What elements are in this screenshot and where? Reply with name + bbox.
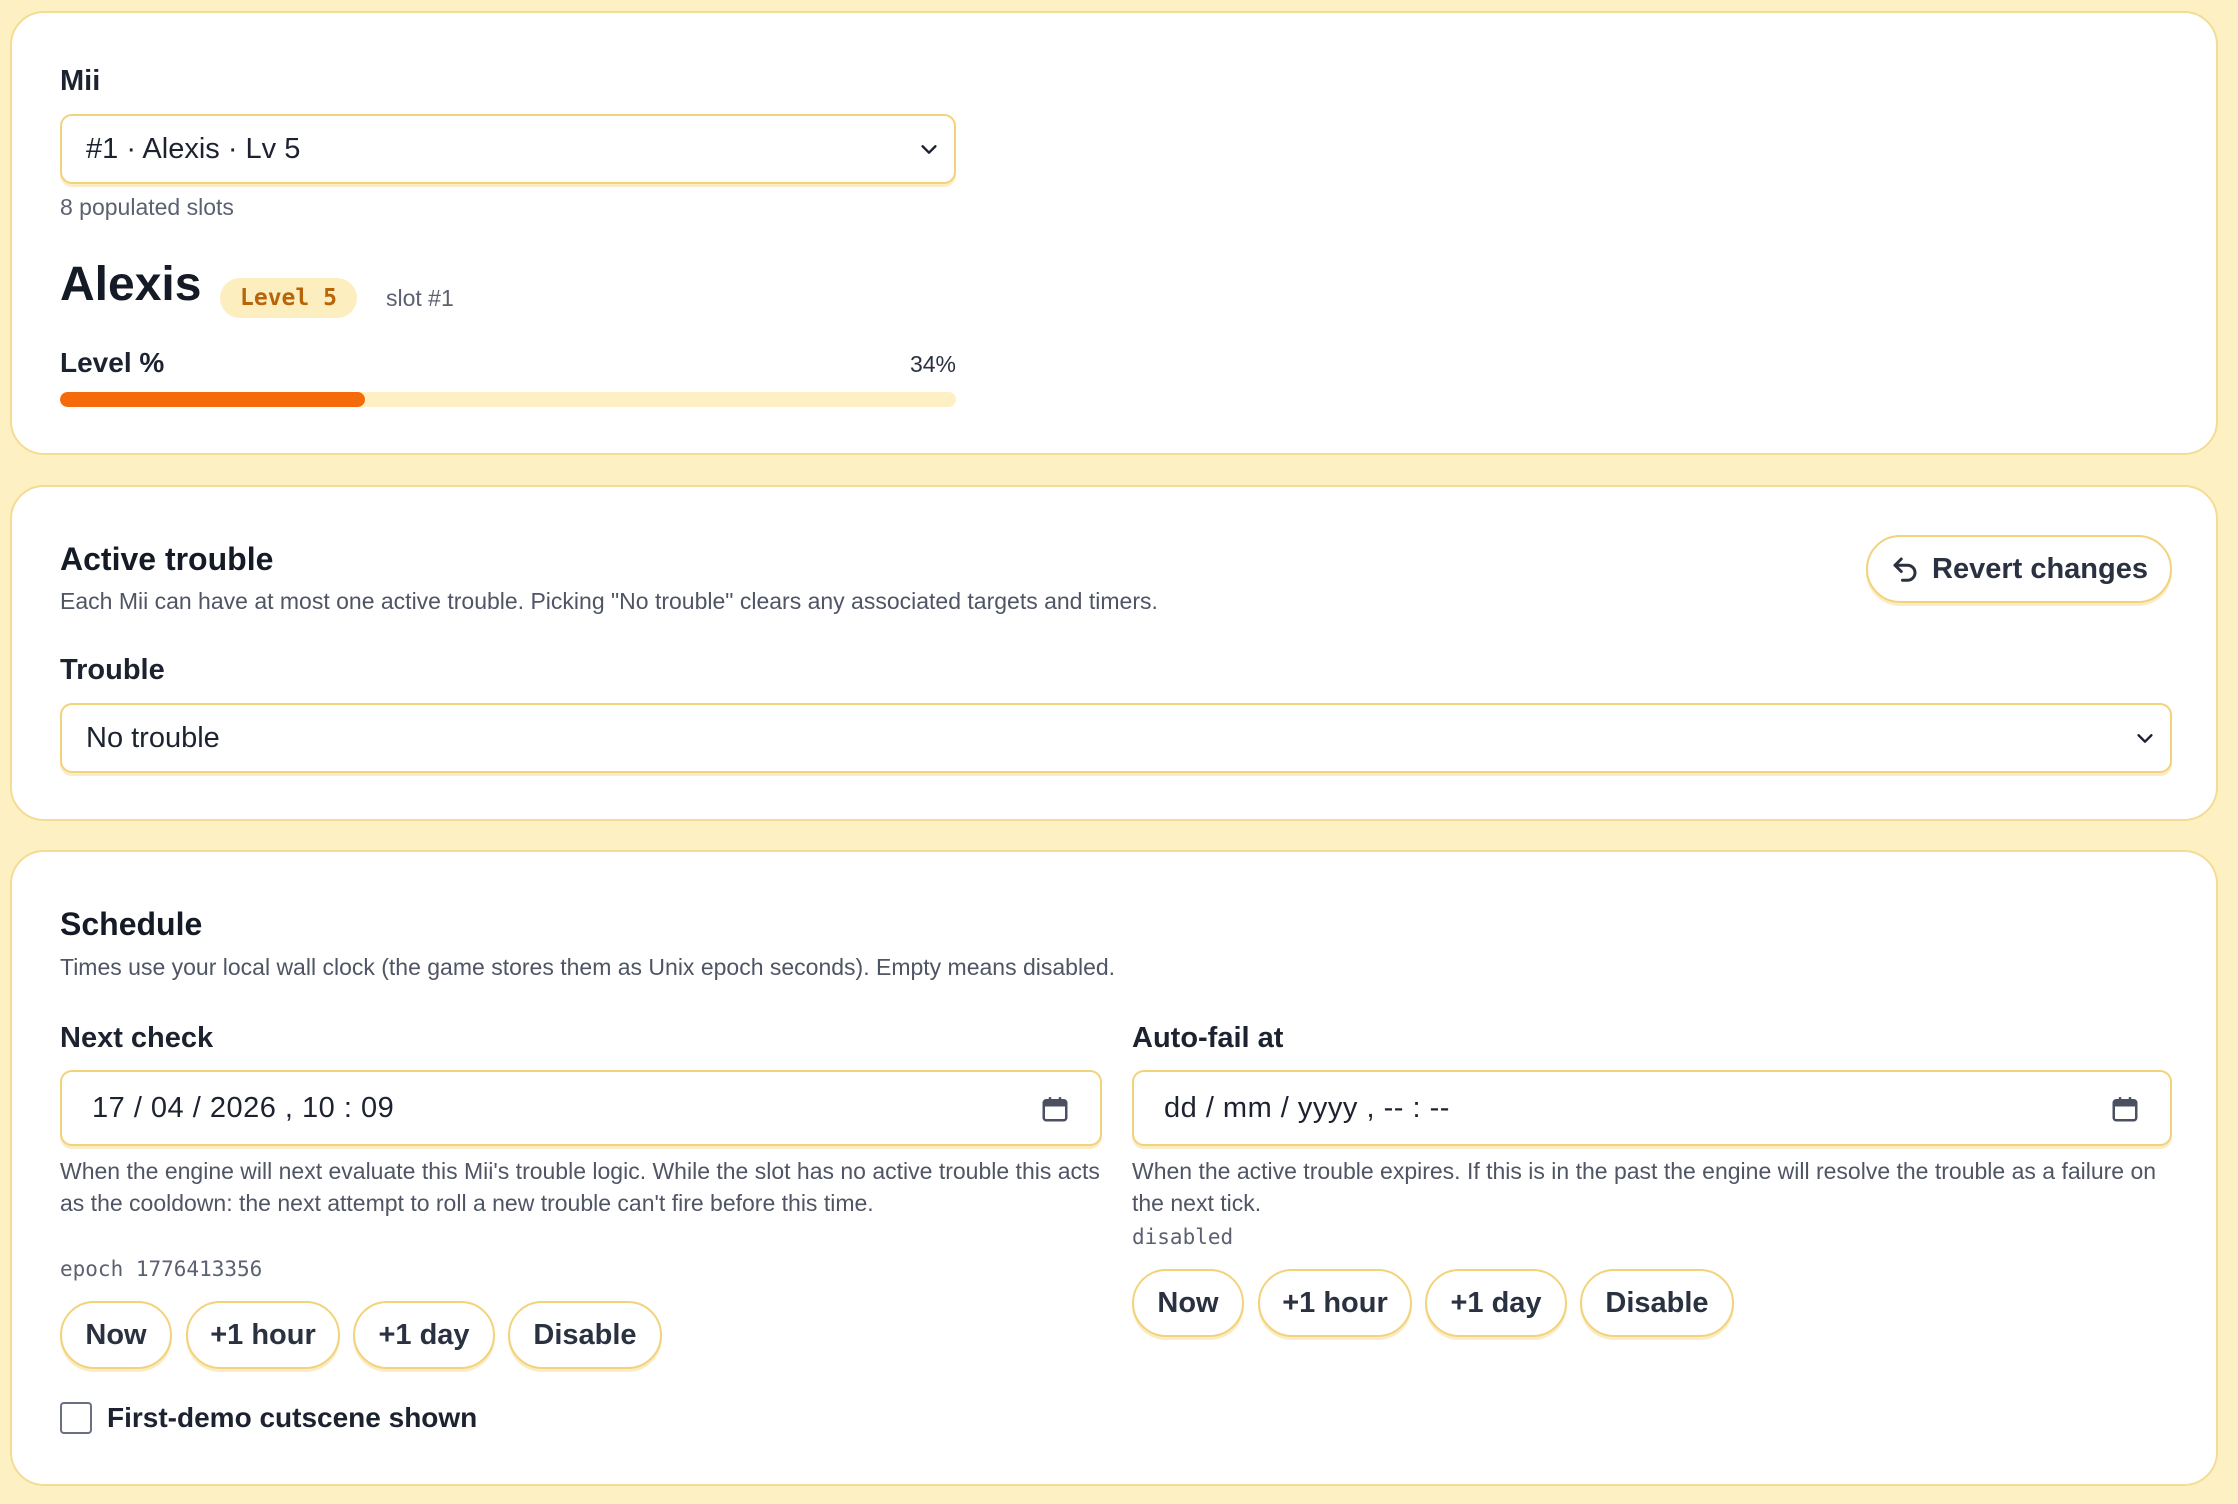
auto-fail-value: dd / mm / yyyy , -- : -- bbox=[1164, 1091, 1450, 1124]
revert-changes-label: Revert changes bbox=[1932, 552, 2148, 585]
schedule-title: Schedule bbox=[60, 906, 203, 942]
chevron-down-icon bbox=[2137, 734, 2153, 743]
mii-select-value: #1 · Alexis · Lv 5 bbox=[86, 132, 301, 165]
level-pct-value: 34% bbox=[909, 351, 956, 377]
trouble-card: Active trouble Each Mii can have at most… bbox=[10, 485, 2218, 821]
next-check-disable-button[interactable]: Disable bbox=[508, 1301, 662, 1369]
first-demo-checkbox[interactable] bbox=[60, 1402, 92, 1434]
trouble-label: Trouble bbox=[60, 654, 165, 686]
next-check-help: When the engine will next evaluate this … bbox=[60, 1158, 1100, 1216]
trouble-select[interactable]: No trouble bbox=[60, 703, 2172, 773]
trouble-description: Each Mii can have at most one active tro… bbox=[60, 588, 1158, 614]
next-check-value: 17 / 04 / 2026 , 10 : 09 bbox=[92, 1091, 395, 1124]
auto-fail-label: Auto-fail at bbox=[1132, 1022, 1284, 1054]
next-check-now-button[interactable]: Now bbox=[60, 1301, 172, 1369]
level-pct-label: Level % bbox=[60, 347, 165, 378]
calendar-icon[interactable] bbox=[2110, 1094, 2140, 1124]
auto-fail-plus-hour-button[interactable]: +1 hour bbox=[1258, 1269, 1412, 1337]
next-check-label: Next check bbox=[60, 1022, 214, 1054]
next-check-plus-hour-button[interactable]: +1 hour bbox=[186, 1301, 340, 1369]
next-check-plus-day-button[interactable]: +1 day bbox=[353, 1301, 495, 1369]
mii-name: Alexis bbox=[60, 258, 202, 311]
auto-fail-disable-button[interactable]: Disable bbox=[1580, 1269, 1734, 1337]
mii-label: Mii bbox=[60, 65, 101, 97]
mii-card: Mii #1 · Alexis · Lv 5 8 populated slots… bbox=[10, 11, 2218, 455]
slots-note: 8 populated slots bbox=[60, 194, 234, 220]
auto-fail-epoch: disabled bbox=[1132, 1225, 1234, 1249]
trouble-title: Active trouble bbox=[60, 541, 274, 577]
calendar-icon[interactable] bbox=[1040, 1094, 1070, 1124]
level-badge: Level 5 bbox=[220, 278, 357, 318]
mii-select[interactable]: #1 · Alexis · Lv 5 bbox=[60, 114, 956, 184]
next-check-epoch: epoch 1776413356 bbox=[60, 1257, 263, 1281]
trouble-select-value: No trouble bbox=[86, 721, 220, 754]
auto-fail-now-button[interactable]: Now bbox=[1132, 1269, 1244, 1337]
next-check-input[interactable]: 17 / 04 / 2026 , 10 : 09 bbox=[60, 1070, 1102, 1146]
auto-fail-plus-day-button[interactable]: +1 day bbox=[1425, 1269, 1567, 1337]
auto-fail-input[interactable]: dd / mm / yyyy , -- : -- bbox=[1132, 1070, 2172, 1146]
revert-changes-button[interactable]: Revert changes bbox=[1866, 535, 2172, 603]
slot-label: slot #1 bbox=[386, 285, 454, 311]
chevron-down-icon bbox=[921, 145, 937, 154]
level-progress-bar bbox=[60, 392, 956, 407]
level-progress-fill bbox=[60, 392, 365, 407]
first-demo-label[interactable]: First-demo cutscene shown bbox=[107, 1402, 477, 1434]
schedule-description: Times use your local wall clock (the gam… bbox=[60, 954, 1116, 980]
schedule-card: Schedule Times use your local wall clock… bbox=[10, 850, 2218, 1486]
undo-icon bbox=[1893, 557, 1917, 582]
auto-fail-help: When the active trouble expires. If this… bbox=[1132, 1158, 2157, 1216]
